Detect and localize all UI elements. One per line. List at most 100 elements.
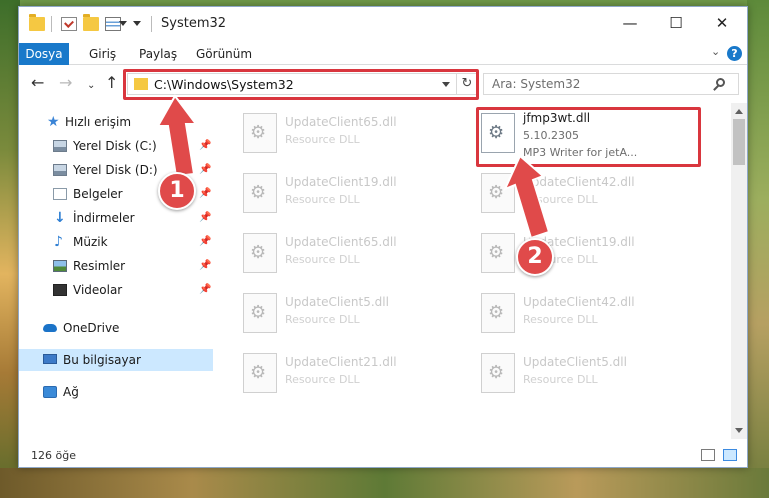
nav-item-label: Hızlı erişim — [65, 115, 132, 129]
file-item[interactable]: UpdateClient21.dll Resource DLL — [237, 347, 467, 399]
nav-item-label: Yerel Disk (C:) — [73, 139, 157, 153]
vertical-scrollbar[interactable] — [731, 103, 747, 439]
close-button[interactable]: ✕ — [699, 7, 745, 39]
forward-icon[interactable]: → — [59, 74, 72, 92]
file-description: Resource DLL — [523, 313, 598, 326]
scroll-thumb[interactable] — [733, 119, 745, 165]
tab-view[interactable]: Görünüm — [196, 43, 252, 65]
details-view-icon[interactable] — [701, 449, 715, 461]
scroll-down-icon[interactable] — [735, 428, 743, 433]
item-count: 126 öğe — [31, 449, 76, 462]
search-input[interactable] — [484, 74, 710, 94]
file-name: UpdateClient21.dll — [285, 355, 397, 369]
minimize-icon: — — [622, 14, 638, 32]
file-description: Resource DLL — [523, 193, 598, 206]
file-item[interactable]: UpdateClient5.dll Resource DLL — [237, 287, 467, 339]
nav-item-downloads[interactable]: ↓ İndirmeler 📌 — [19, 207, 213, 229]
file-name: UpdateClient65.dll — [285, 115, 397, 129]
ribbon-tabs: Dosya Giriş Paylaş Görünüm ⌄ ? — [19, 43, 747, 65]
nav-item-label: Yerel Disk (D:) — [73, 163, 158, 177]
tab-share[interactable]: Paylaş — [139, 43, 177, 65]
close-icon: ✕ — [715, 14, 729, 32]
nav-item-videos[interactable]: Videolar 📌 — [19, 279, 213, 301]
nav-item-label: Müzik — [73, 235, 108, 249]
computer-icon — [43, 354, 57, 364]
window-title: System32 — [161, 16, 227, 31]
new-folder-icon[interactable] — [83, 14, 99, 31]
wallpaper-bottom — [0, 468, 769, 498]
tab-home[interactable]: Giriş — [89, 43, 116, 65]
file-name: UpdateClient42.dll — [523, 295, 635, 309]
large-icons-view-icon[interactable] — [723, 449, 737, 461]
file-item[interactable]: UpdateClient65.dll Resource DLL — [237, 107, 467, 159]
nav-item-label: Belgeler — [73, 187, 123, 201]
scroll-up-icon[interactable] — [735, 109, 743, 114]
documents-icon — [53, 188, 67, 200]
music-icon: ♪ — [54, 234, 63, 250]
pin-icon[interactable]: 📌 — [199, 260, 211, 271]
pin-icon[interactable]: 📌 — [199, 236, 211, 247]
nav-item-this-pc[interactable]: Bu bilgisayar — [19, 349, 213, 371]
status-bar: 126 öğe — [19, 445, 747, 467]
tab-file[interactable]: Dosya — [19, 43, 69, 65]
drive-icon — [53, 140, 67, 152]
pin-icon[interactable]: 📌 — [199, 140, 211, 151]
pin-icon[interactable]: 📌 — [199, 164, 211, 175]
star-icon: ★ — [47, 114, 60, 130]
nav-item-onedrive[interactable]: OneDrive — [19, 317, 213, 339]
download-icon: ↓ — [54, 210, 66, 226]
search-icon[interactable] — [716, 78, 725, 87]
recent-locations-icon[interactable]: ⌄ — [87, 77, 95, 95]
step-marker-1: 1 — [158, 172, 196, 210]
properties-check-icon[interactable] — [61, 17, 77, 31]
file-name: UpdateClient5.dll — [285, 295, 389, 309]
file-item[interactable]: UpdateClient42.dll Resource DLL — [475, 167, 705, 219]
nav-item-quick-access[interactable]: ★ Hızlı erişim — [19, 111, 213, 133]
pin-icon[interactable]: 📌 — [199, 212, 211, 223]
up-icon[interactable]: ↑ — [105, 74, 118, 92]
nav-item-local-disk-c[interactable]: Yerel Disk (C:) 📌 — [19, 135, 213, 157]
pin-icon[interactable]: 📌 — [199, 188, 211, 199]
dll-file-icon — [481, 173, 515, 213]
dll-file-icon — [481, 293, 515, 333]
file-item[interactable]: UpdateClient5.dll Resource DLL — [475, 347, 705, 399]
nav-item-label: OneDrive — [63, 321, 120, 335]
file-item[interactable]: UpdateClient65.dll Resource DLL — [237, 227, 467, 279]
drive-icon — [53, 164, 67, 176]
nav-item-label: İndirmeler — [73, 211, 135, 225]
step-marker-2: 2 — [516, 238, 554, 276]
file-description: Resource DLL — [285, 133, 360, 146]
videos-icon — [53, 284, 67, 296]
pin-icon[interactable]: 📌 — [199, 284, 211, 295]
pictures-icon — [53, 260, 67, 272]
minimize-button[interactable]: — — [607, 7, 653, 39]
dll-file-icon — [243, 353, 277, 393]
nav-item-label: Resimler — [73, 259, 126, 273]
back-icon[interactable]: ← — [31, 74, 44, 92]
file-description: Resource DLL — [523, 373, 598, 386]
wallpaper-right — [747, 0, 769, 498]
file-item[interactable]: UpdateClient19.dll Resource DLL — [237, 167, 467, 219]
quick-access-dropdown-icon[interactable] — [133, 21, 141, 26]
dll-file-icon — [243, 173, 277, 213]
search-box[interactable] — [483, 73, 739, 95]
wallpaper-left — [0, 0, 20, 498]
file-item[interactable]: UpdateClient19.dll Resource DLL — [475, 227, 705, 279]
nav-item-music[interactable]: ♪ Müzik 📌 — [19, 231, 213, 253]
nav-item-pictures[interactable]: Resimler 📌 — [19, 255, 213, 277]
help-icon[interactable]: ? — [727, 46, 742, 61]
file-name: UpdateClient42.dll — [523, 175, 635, 189]
nav-item-network[interactable]: Ağ — [19, 381, 213, 403]
file-name: UpdateClient5.dll — [523, 355, 627, 369]
expand-ribbon-icon[interactable]: ⌄ — [711, 46, 721, 57]
maximize-button[interactable]: ☐ — [653, 7, 699, 39]
customize-dropdown-icon[interactable] — [119, 21, 127, 26]
dll-file-icon — [481, 353, 515, 393]
nav-item-label: Bu bilgisayar — [63, 353, 141, 367]
dll-file-icon — [243, 113, 277, 153]
file-name: UpdateClient19.dll — [285, 175, 397, 189]
file-description: Resource DLL — [285, 373, 360, 386]
file-item[interactable]: UpdateClient42.dll Resource DLL — [475, 287, 705, 339]
maximize-icon: ☐ — [669, 14, 683, 32]
title-bar: System32 — ☐ ✕ — [19, 7, 747, 41]
